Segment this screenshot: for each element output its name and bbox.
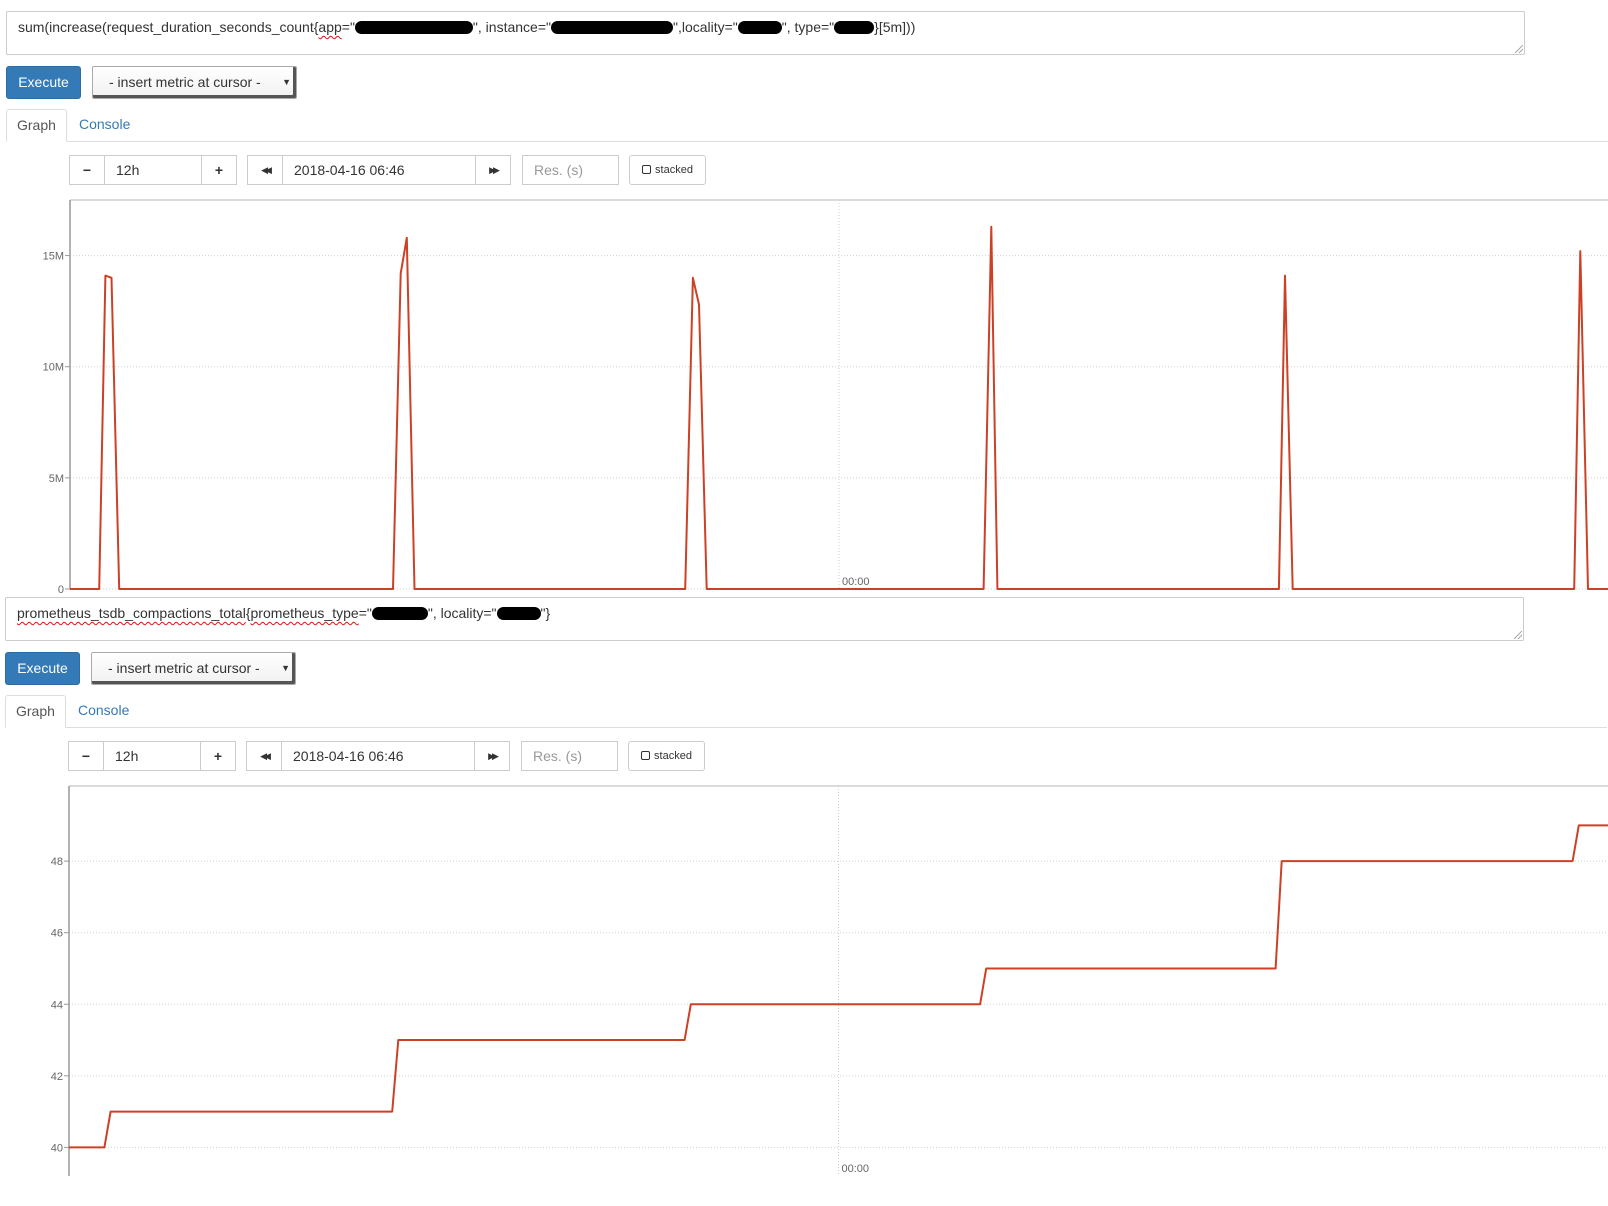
y-tick-label: 48 (51, 856, 63, 868)
y-tick-label: 44 (51, 999, 63, 1011)
y-tick-label: 40 (51, 1142, 63, 1154)
y-tick-label: 46 (51, 928, 63, 940)
y-tick-label: 42 (51, 1071, 63, 1083)
x-tick-label: 00:00 (842, 1163, 870, 1175)
graph-chart: 40 42 44 46 48 00:00 (51, 785, 1608, 1176)
